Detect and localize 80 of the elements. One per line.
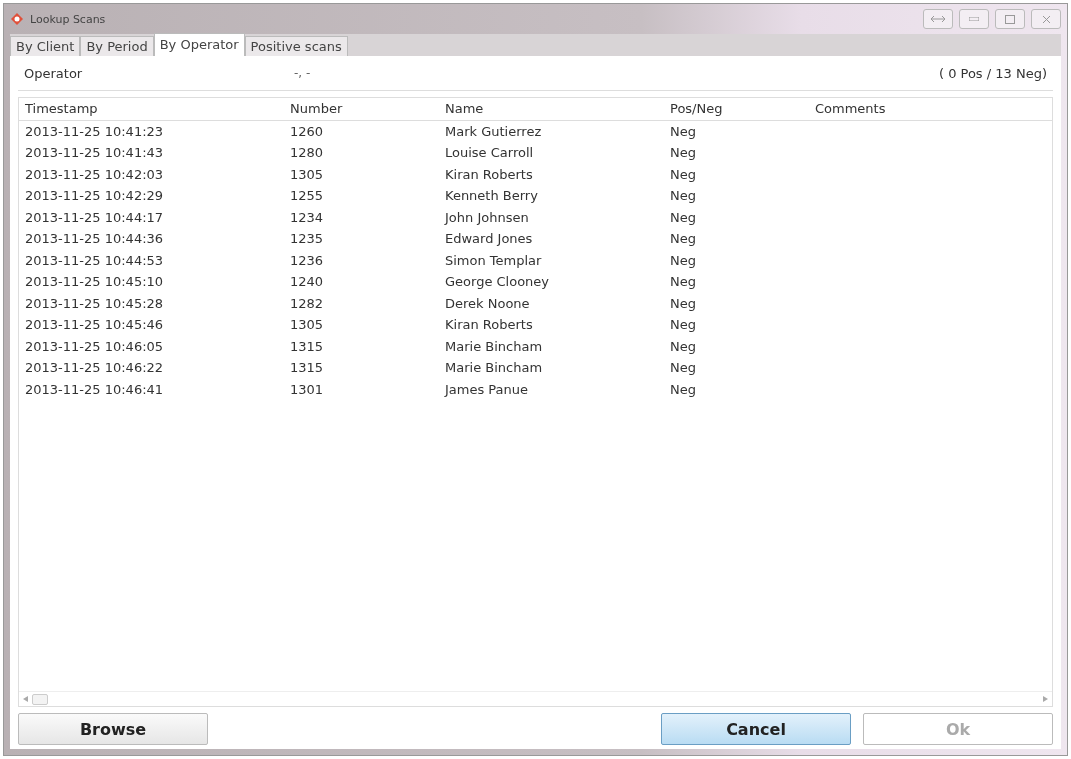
dialog-button[interactable]: Browse: [18, 713, 208, 745]
table-cell-text: Kiran Roberts: [445, 317, 534, 333]
table-cell-text: 1234: [290, 209, 325, 225]
table-cell-text: 2013-11-25 10:45:28: [25, 295, 165, 311]
table-cell-text: 2013-11-25 10:46:41: [25, 381, 165, 397]
close-button[interactable]: [1031, 9, 1061, 29]
table-cell-text: 2013-11-25 10:42:03: [25, 166, 165, 182]
table-cell-text: 1315: [290, 338, 325, 354]
table-cell-text: Edward Jones: [445, 231, 534, 247]
table-cell-text: Mark Gutierrez: [445, 123, 543, 139]
table-cell-text: 2013-11-25 10:44:17: [25, 209, 165, 225]
double-arrow-icon: [930, 15, 946, 23]
table-cell-text: Kiran Roberts: [445, 166, 534, 182]
column-header[interactable]: Pos/Neg: [670, 101, 815, 117]
scroll-right-icon[interactable]: [1043, 696, 1048, 702]
tab[interactable]: Positive scans: [244, 36, 348, 56]
scroll-left-icon[interactable]: [23, 696, 28, 702]
maximize-icon: [1005, 14, 1015, 24]
table-cell-text: 2013-11-25 10:46:05: [25, 338, 165, 354]
table-cell-text: Neg: [670, 274, 697, 290]
table-cell-text: Derek Noone: [445, 295, 531, 311]
table-cell-text: 2013-11-25 10:41:23: [25, 123, 165, 139]
table-cell-text: 2013-11-25 10:46:22: [25, 360, 165, 376]
table-cell-text: Neg: [670, 360, 697, 376]
tab[interactable]: By Client: [10, 36, 81, 56]
table-cell-text: 1301: [290, 381, 325, 397]
maximize-button[interactable]: [995, 9, 1025, 29]
table-cell-text: 2013-11-25 10:45:10: [25, 274, 165, 290]
tab[interactable]: By Period: [80, 36, 154, 56]
minimize-icon: [969, 17, 979, 21]
table-cell-text: 1240: [290, 274, 325, 290]
table-cell-text: Simon Templar: [445, 252, 543, 268]
table-cell-text: James Panue: [445, 381, 530, 397]
table-cell-text: Neg: [670, 188, 697, 204]
table-cell-text: 1260: [290, 123, 325, 139]
table-cell-text: Neg: [670, 381, 697, 397]
horizontal-scrollbar[interactable]: [19, 691, 1052, 706]
dialog-button[interactable]: Cancel: [661, 713, 851, 745]
resize-button[interactable]: [923, 9, 953, 29]
table-cell-text: 2013-11-25 10:44:36: [25, 231, 165, 247]
column-header[interactable]: Name: [445, 101, 670, 117]
table-cell-text: 1235: [290, 231, 325, 247]
app-icon: [10, 12, 24, 26]
table-cell-text: 2013-11-25 10:42:29: [25, 188, 165, 204]
table-cell-text: 1255: [290, 188, 325, 204]
table-cell-text: Louise Carroll: [445, 145, 535, 161]
column-header[interactable]: Comments: [815, 101, 1052, 117]
table-cell-text: 2013-11-25 10:45:46: [25, 317, 165, 333]
table-cell-text: John Johnsen: [445, 209, 530, 225]
close-icon: [1041, 14, 1051, 24]
operator-value: -, -: [294, 66, 312, 80]
table-cell-text: 1305: [290, 166, 325, 182]
table-cell-text: Kenneth Berry: [445, 188, 539, 204]
table-cell-text: Marie Bincham: [445, 360, 544, 376]
table-cell-text: Neg: [670, 317, 697, 333]
scroll-thumb[interactable]: [32, 693, 48, 705]
minimize-button[interactable]: [959, 9, 989, 29]
column-header[interactable]: Number: [290, 101, 445, 117]
table-cell-text: 1282: [290, 295, 325, 311]
operator-label: Operator: [24, 65, 84, 81]
table-cell-text: 1315: [290, 360, 325, 376]
table-cell-text: Marie Bincham: [445, 338, 544, 354]
table-cell-text: Neg: [670, 252, 697, 268]
table-cell-text: Neg: [670, 166, 697, 182]
tab[interactable]: By Operator: [153, 33, 245, 56]
table-cell-text: Neg: [670, 338, 697, 354]
table-cell-text: 2013-11-25 10:44:53: [25, 252, 165, 268]
table-cell-text: Neg: [670, 231, 697, 247]
table-cell-text: 1280: [290, 145, 325, 161]
table-cell-text: Neg: [670, 145, 697, 161]
table-cell-text: Neg: [670, 209, 697, 225]
table-cell-text: 1305: [290, 317, 325, 333]
window-title: Lookup Scans: [30, 12, 107, 26]
table-cell-text: 2013-11-25 10:41:43: [25, 145, 165, 161]
table-cell-text: 1236: [290, 252, 325, 268]
column-header[interactable]: Timestamp: [25, 101, 290, 117]
table-cell-text: Neg: [670, 295, 697, 311]
scan-summary: ( 0 Pos / 13 Neg): [938, 65, 1047, 81]
table-cell-text: Neg: [670, 123, 697, 139]
table-cell-text: George Clooney: [445, 274, 551, 290]
